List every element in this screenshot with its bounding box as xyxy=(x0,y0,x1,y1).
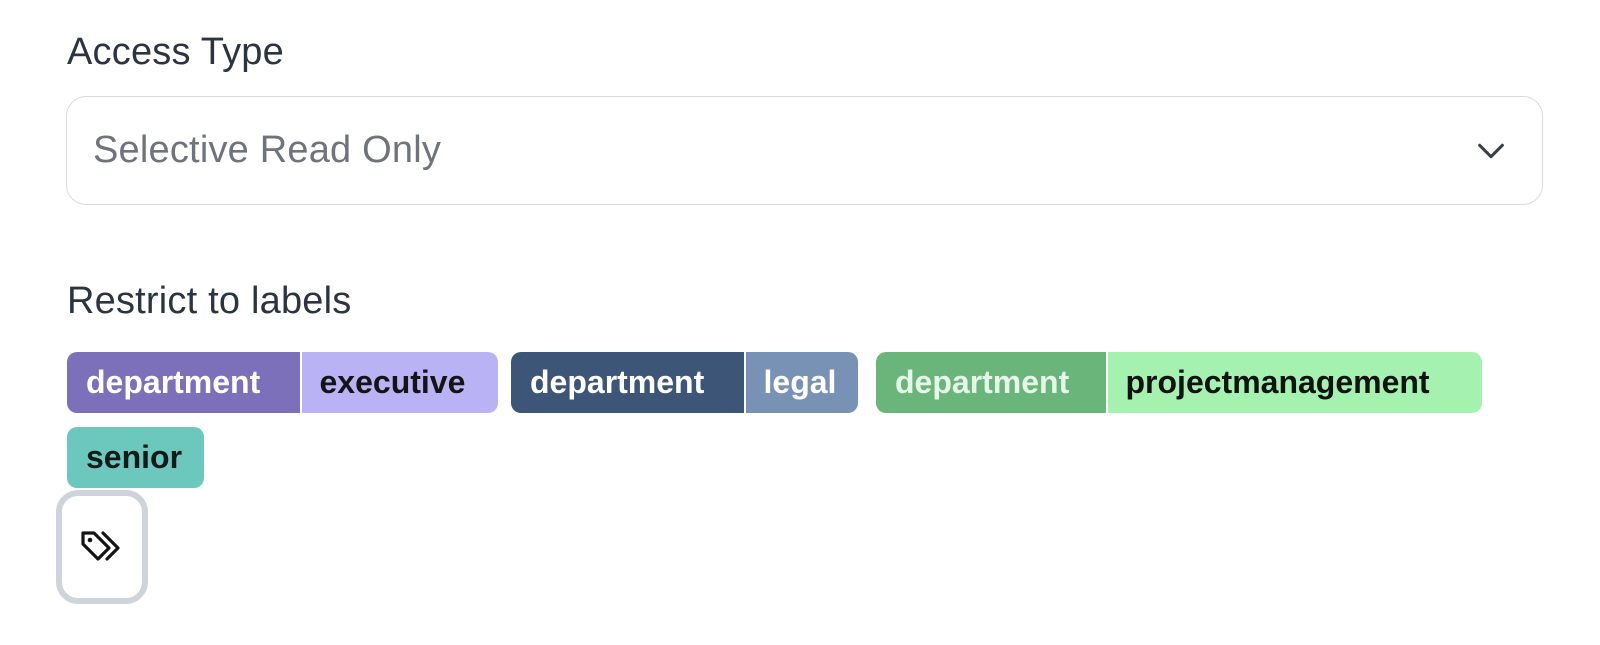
add-label-button[interactable] xyxy=(56,490,148,604)
access-type-value: Selective Read Only xyxy=(93,129,442,171)
chip-key: department xyxy=(511,352,744,413)
chevron-down-icon xyxy=(1478,143,1504,159)
label-chip-senior[interactable]: senior xyxy=(67,427,204,488)
chip-value: senior xyxy=(67,427,204,488)
chip-key: department xyxy=(67,352,300,413)
chip-value: executive xyxy=(301,352,498,413)
label-chip-department-projectmanagement[interactable]: department projectmanagement xyxy=(876,352,1482,413)
chip-value: legal xyxy=(745,352,858,413)
access-type-select[interactable]: Selective Read Only xyxy=(66,96,1543,205)
label-chip-department-executive[interactable]: department executive xyxy=(67,352,498,413)
chip-key: department xyxy=(876,352,1106,413)
tags-icon xyxy=(81,531,120,561)
label-chip-department-legal[interactable]: department legal xyxy=(511,352,858,413)
restrict-to-labels-label: Restrict to labels xyxy=(67,280,352,322)
access-type-label: Access Type xyxy=(67,31,284,73)
chip-value: projectmanagement xyxy=(1107,352,1482,413)
